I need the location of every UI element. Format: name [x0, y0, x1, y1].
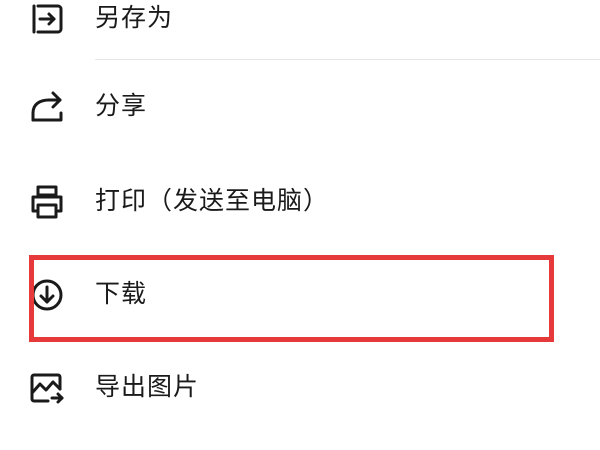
menu-item-print[interactable]: 打印（发送至电脑）	[0, 155, 600, 247]
menu-item-label: 打印（发送至电脑）	[95, 186, 330, 215]
menu-item-save-as[interactable]: 另存为	[0, 0, 600, 62]
menu-item-label: 导出图片	[95, 372, 200, 401]
printer-icon	[28, 183, 66, 221]
save-as-icon	[28, 0, 66, 38]
menu-item-label: 分享	[95, 91, 148, 120]
menu-item-label: 下载	[95, 279, 148, 308]
menu-item-share[interactable]: 分享	[0, 60, 600, 152]
menu-item-label: 另存为	[95, 3, 174, 32]
download-icon	[28, 276, 66, 314]
export-image-icon	[28, 369, 66, 407]
menu-item-download[interactable]: 下载	[0, 249, 600, 341]
share-icon	[28, 87, 66, 125]
menu-item-export-image[interactable]: 导出图片	[0, 343, 600, 435]
menu-list: 另存为 分享 打印（发送至电脑） 下载 导出图片	[0, 0, 600, 450]
